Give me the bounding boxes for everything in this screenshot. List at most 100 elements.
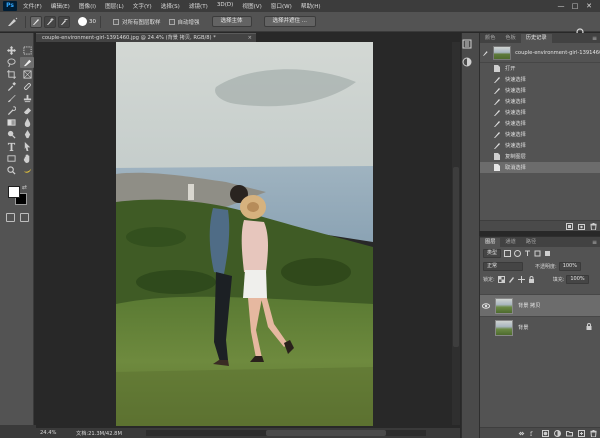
history-source-slot[interactable] bbox=[483, 154, 489, 160]
history-item[interactable]: 快速选择 bbox=[480, 74, 600, 85]
menu-3d[interactable]: 3D(D) bbox=[217, 2, 234, 10]
history-source-slot[interactable] bbox=[483, 143, 489, 149]
link-layers-icon[interactable] bbox=[518, 430, 525, 437]
lock-icon[interactable] bbox=[586, 323, 592, 332]
trash-icon[interactable] bbox=[590, 222, 597, 230]
history-item[interactable]: 打开 bbox=[480, 63, 600, 74]
type-tool[interactable] bbox=[4, 141, 18, 152]
edit-toolbar-tool[interactable] bbox=[20, 165, 34, 176]
history-snapshot[interactable]: couple-environment-girl-1391460... bbox=[480, 43, 600, 63]
tab-layers[interactable]: 图层 bbox=[480, 238, 501, 247]
pen-tool[interactable] bbox=[20, 129, 34, 140]
history-panel-icon[interactable] bbox=[462, 39, 472, 49]
auto-enhance-checkbox[interactable]: 自动增强 bbox=[168, 18, 200, 26]
lock-pixels-icon[interactable] bbox=[508, 276, 515, 283]
layers-panel-menu-icon[interactable]: ≡ bbox=[592, 238, 597, 247]
select-and-mask-button[interactable]: 选择并遮住 ... bbox=[263, 16, 317, 27]
menu-edit[interactable]: 编辑(E) bbox=[51, 2, 70, 10]
menu-filter[interactable]: 滤镜(T) bbox=[189, 2, 208, 10]
checkbox-box[interactable] bbox=[168, 18, 175, 25]
lock-all-icon[interactable] bbox=[528, 276, 535, 283]
new-document-from-state-icon[interactable] bbox=[566, 222, 573, 230]
minimize-button[interactable]: — bbox=[554, 2, 568, 10]
type-filter-icon[interactable] bbox=[524, 250, 531, 257]
document-canvas-image[interactable] bbox=[116, 42, 373, 426]
history-item[interactable]: 快速选择 bbox=[480, 129, 600, 140]
lasso-tool[interactable] bbox=[4, 57, 18, 68]
horizontal-scrollbar[interactable] bbox=[146, 430, 426, 436]
adjustments-panel-icon[interactable] bbox=[462, 57, 472, 67]
layer-name[interactable]: 背景 拷贝 bbox=[518, 302, 540, 309]
gradient-tool[interactable] bbox=[4, 117, 18, 128]
document-tab[interactable]: couple-environment-girl-1391460.jpg @ 24… bbox=[36, 33, 256, 42]
menu-type[interactable]: 文字(Y) bbox=[133, 2, 152, 10]
history-item[interactable]: 快速选择 bbox=[480, 96, 600, 107]
history-source-slot[interactable] bbox=[483, 88, 489, 94]
tool-preset-picker[interactable] bbox=[3, 15, 21, 29]
blur-tool[interactable] bbox=[20, 117, 34, 128]
sample-all-layers-checkbox[interactable]: 对所有图层取样 bbox=[113, 18, 161, 26]
history-source-slot[interactable] bbox=[483, 66, 489, 72]
history-item[interactable]: 快速选择 bbox=[480, 85, 600, 96]
camera-icon[interactable] bbox=[578, 223, 585, 230]
stamp-tool[interactable] bbox=[20, 93, 34, 104]
menu-view[interactable]: 视图(V) bbox=[242, 2, 261, 10]
select-subject-button[interactable]: 选择主体 bbox=[211, 16, 252, 27]
layer-style-icon[interactable]: f bbox=[530, 430, 537, 437]
tab-color[interactable]: 颜色 bbox=[480, 34, 500, 43]
history-brush-tool[interactable] bbox=[4, 105, 18, 116]
brush-size-preview[interactable] bbox=[78, 17, 87, 26]
subtract-from-selection-button[interactable] bbox=[58, 15, 70, 28]
history-panel-menu-icon[interactable]: ≡ bbox=[592, 34, 597, 43]
tab-swatches[interactable]: 色板 bbox=[500, 34, 520, 43]
tab-history[interactable]: 历史记录 bbox=[520, 34, 552, 43]
history-source-slot[interactable] bbox=[483, 77, 489, 83]
vertical-scrollbar[interactable] bbox=[452, 42, 460, 425]
lock-position-icon[interactable] bbox=[517, 276, 525, 283]
move-tool[interactable] bbox=[4, 45, 18, 56]
menu-window[interactable]: 窗口(W) bbox=[271, 2, 292, 10]
menu-layer[interactable]: 图层(L) bbox=[105, 2, 124, 10]
pixel-filter-icon[interactable] bbox=[504, 250, 512, 257]
history-item[interactable]: 快速选择 bbox=[480, 107, 600, 118]
path-selection-tool[interactable] bbox=[20, 141, 34, 152]
checkbox-box[interactable] bbox=[113, 18, 119, 25]
trash-icon[interactable] bbox=[590, 429, 597, 437]
close-document-button[interactable]: × bbox=[248, 34, 252, 42]
horizontal-scrollbar-thumb[interactable] bbox=[266, 430, 386, 436]
frame-tool[interactable] bbox=[20, 69, 34, 80]
history-source-slot[interactable] bbox=[483, 132, 489, 138]
foreground-color[interactable] bbox=[8, 186, 20, 198]
add-to-selection-button[interactable] bbox=[44, 15, 56, 28]
visibility-toggle[interactable] bbox=[480, 302, 492, 309]
opacity-input[interactable]: 100% bbox=[558, 262, 581, 271]
adjustment-layer-icon[interactable] bbox=[554, 429, 561, 437]
group-folder-icon[interactable] bbox=[566, 430, 573, 437]
brush-tool[interactable] bbox=[4, 93, 18, 104]
crop-tool[interactable] bbox=[4, 69, 18, 80]
screen-mode-button[interactable] bbox=[20, 213, 29, 222]
menu-image[interactable]: 图像(I) bbox=[79, 2, 96, 10]
adjustment-filter-icon[interactable] bbox=[514, 250, 522, 257]
shape-filter-icon[interactable] bbox=[534, 250, 541, 257]
smart-object-filter-icon[interactable] bbox=[544, 250, 551, 257]
history-source-slot[interactable] bbox=[483, 121, 489, 127]
swap-colors-icon[interactable]: ⇄ bbox=[22, 184, 27, 191]
history-item[interactable]: 快速选择 bbox=[480, 118, 600, 129]
tab-paths[interactable]: 路径 bbox=[521, 238, 541, 247]
blend-mode-select[interactable]: 正常 bbox=[483, 262, 523, 271]
menu-select[interactable]: 选择(S) bbox=[161, 2, 180, 10]
quick-mask-button[interactable] bbox=[6, 213, 15, 222]
layer-name[interactable]: 背景 bbox=[518, 324, 528, 331]
layer-row-background[interactable]: 背景 bbox=[480, 316, 600, 338]
marquee-tool[interactable] bbox=[20, 45, 34, 56]
history-item[interactable]: 复制图层 bbox=[480, 151, 600, 162]
eyedropper-tool[interactable] bbox=[4, 81, 18, 92]
new-layer-icon[interactable] bbox=[578, 429, 585, 437]
zoom-tool[interactable] bbox=[4, 165, 18, 176]
maximize-button[interactable]: □ bbox=[568, 2, 582, 10]
fill-input[interactable]: 100% bbox=[566, 275, 589, 284]
brush-size-value[interactable]: 30 bbox=[89, 19, 96, 25]
rectangle-tool[interactable] bbox=[4, 153, 18, 164]
layer-row-background-copy[interactable]: 背景 拷贝 bbox=[480, 294, 600, 316]
